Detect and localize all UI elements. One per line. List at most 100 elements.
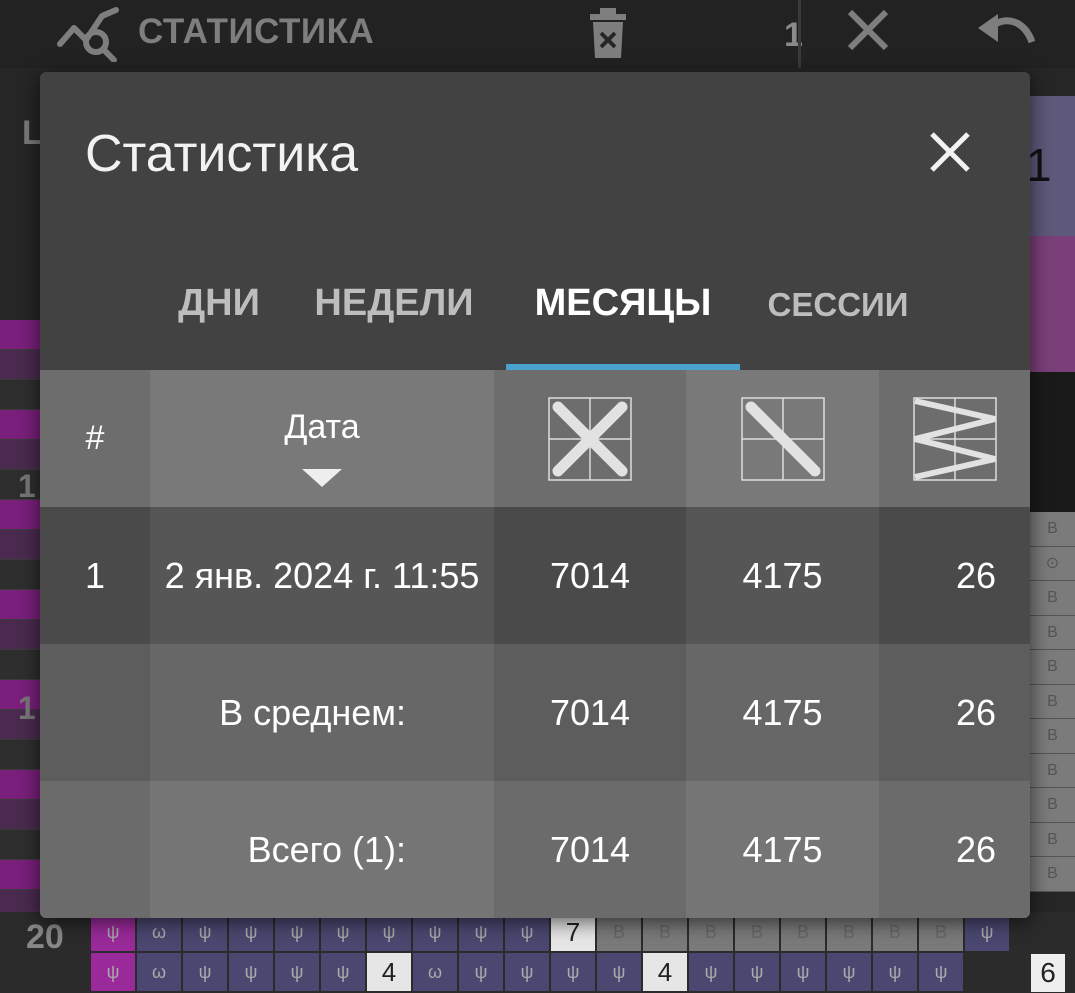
stitch-cell: ψ xyxy=(413,913,457,951)
sort-descending-icon xyxy=(302,469,342,487)
stitch-cell: ψ xyxy=(827,953,871,991)
grid-cell xyxy=(0,800,42,830)
grid-cell: B xyxy=(1030,684,1075,719)
stitch-count-cell: 4 xyxy=(643,953,687,991)
tab-days[interactable]: ДНИ xyxy=(164,282,274,325)
stitch-cell: B xyxy=(597,913,641,951)
stitch-cell: ψ xyxy=(781,953,825,991)
zigzag-stitch-icon xyxy=(912,396,997,481)
undo-icon[interactable] xyxy=(976,12,1036,53)
row-cross-stitch-count: 7014 xyxy=(494,507,686,644)
grid-cell xyxy=(0,440,42,470)
dialog-title: Статистика xyxy=(85,125,359,183)
grid-cell: ⊙ xyxy=(1030,546,1075,581)
stitch-cell: B xyxy=(735,913,779,951)
grid-cell: B xyxy=(1030,719,1075,754)
row-half-stitch-count: 4175 xyxy=(686,507,879,644)
average-label: В среднем: xyxy=(150,644,494,781)
column-header-number: # xyxy=(40,370,150,507)
grid-cell xyxy=(0,860,42,890)
total-cross-stitch: 7014 xyxy=(494,781,686,918)
stitch-row: ψ ω ψ ψ ψ ψ 4 ω ψ ψ ψ ψ 4 ψ ψ ψ ψ ψ ψ xyxy=(90,952,1075,992)
average-cross-stitch: 7014 xyxy=(494,644,686,781)
tab-weeks[interactable]: НЕДЕЛИ xyxy=(308,282,480,325)
close-dialog-button[interactable] xyxy=(920,122,980,182)
grid-cell xyxy=(0,560,42,590)
table-total-row: Всего (1): 7014 4175 26 xyxy=(40,781,1030,918)
grid-cell xyxy=(0,650,42,680)
total-zigzag-stitch: 26 xyxy=(879,781,1030,918)
stitch-cell: ψ xyxy=(919,953,963,991)
background-row-number: 1 xyxy=(18,468,36,504)
stitch-cell: ψ xyxy=(91,913,135,951)
background-stitch-strip: ψ ω ψ ψ ψ ψ ψ ψ ψ ψ 7 B B B B B B B B ψ xyxy=(90,912,1075,993)
stitch-cell: ψ xyxy=(229,953,273,991)
stitch-cell: ψ xyxy=(551,953,595,991)
grid-cell: B xyxy=(1030,788,1075,823)
chart-search-icon[interactable] xyxy=(56,6,122,67)
stitch-cell: ψ xyxy=(459,953,503,991)
row-number xyxy=(40,644,150,781)
stitch-cell: ψ xyxy=(965,913,1009,951)
stitch-cell: ψ xyxy=(689,953,733,991)
stitch-cell: B xyxy=(919,913,963,951)
table-header-row: # Дата xyxy=(40,370,1030,507)
grid-cell: B xyxy=(1030,581,1075,616)
table-average-row: В среднем: 7014 4175 26 xyxy=(40,644,1030,781)
stitch-cell: ω xyxy=(137,913,181,951)
top-bar-divider xyxy=(798,0,801,68)
column-header-zigzag-stitch[interactable] xyxy=(879,370,1030,507)
stitch-cell: ψ xyxy=(321,913,365,951)
stitch-cell: ω xyxy=(137,953,181,991)
background-row-number: 20 xyxy=(26,918,64,956)
grid-cell xyxy=(0,770,42,800)
background-grid-right: B ⊙ B B B B B B B B B xyxy=(1030,512,1075,912)
stitch-cell: B xyxy=(827,913,871,951)
stitch-count-cell: 7 xyxy=(551,913,595,951)
grid-cell xyxy=(0,740,42,770)
close-icon[interactable] xyxy=(846,8,890,57)
column-header-date-label: Дата xyxy=(284,408,360,446)
stitch-cell: ψ xyxy=(597,953,641,991)
cross-stitch-icon xyxy=(548,396,632,481)
tab-sessions[interactable]: СЕССИИ xyxy=(766,286,910,324)
column-header-cross-stitch[interactable] xyxy=(494,370,686,507)
grid-cell: B xyxy=(1030,615,1075,650)
grid-cell xyxy=(0,830,42,860)
stitch-count-cell: 6 xyxy=(1031,954,1065,992)
stitch-cell: ψ xyxy=(91,953,135,991)
close-icon xyxy=(930,132,970,172)
total-label: Всего (1): xyxy=(150,781,494,918)
grid-cell: B xyxy=(1030,753,1075,788)
stitch-cell: ψ xyxy=(505,913,549,951)
table-row[interactable]: 1 2 янв. 2024 г. 11:55 7014 4175 26 xyxy=(40,507,1030,644)
stitch-cell: ω xyxy=(413,953,457,991)
row-number: 1 xyxy=(40,507,150,644)
column-header-date[interactable]: Дата xyxy=(150,370,494,507)
app-top-bar: СТАТИСТИКА 1 xyxy=(0,0,1075,68)
grid-cell xyxy=(0,530,42,560)
stitch-cell: B xyxy=(643,913,687,951)
stitch-cell: ψ xyxy=(275,953,319,991)
stitch-cell: ψ xyxy=(229,913,273,951)
background-bottom-grid: 20 ψ ω ψ ψ ψ ψ ψ ψ ψ ψ 7 B B B B B B B B… xyxy=(0,912,1075,993)
stitch-cell: B xyxy=(781,913,825,951)
stitch-cell: ψ xyxy=(735,953,779,991)
stitch-count-cell: 4 xyxy=(367,953,411,991)
column-header-half-stitch[interactable] xyxy=(686,370,879,507)
total-half-stitch: 4175 xyxy=(686,781,879,918)
statistics-dialog: Статистика ДНИ НЕДЕЛИ МЕСЯЦЫ СЕССИИ # Да… xyxy=(40,72,1030,918)
stitch-cell: ψ xyxy=(183,953,227,991)
stitch-cell: B xyxy=(689,913,733,951)
tab-months[interactable]: МЕСЯЦЫ xyxy=(526,282,720,325)
stitch-cell: ψ xyxy=(275,913,319,951)
statistics-table: # Дата 1 2 янв. 2024 г. 11:55 7014 4175 … xyxy=(40,370,1030,918)
background-grid-left xyxy=(0,320,42,920)
delete-icon[interactable] xyxy=(588,6,628,65)
grid-cell xyxy=(0,410,42,440)
stitch-cell: ψ xyxy=(505,953,549,991)
background-row-number: 1 xyxy=(18,690,36,726)
stitch-cell: ψ xyxy=(459,913,503,951)
average-half-stitch: 4175 xyxy=(686,644,879,781)
stitch-row: ψ ω ψ ψ ψ ψ ψ ψ ψ ψ 7 B B B B B B B B ψ xyxy=(90,912,1075,952)
